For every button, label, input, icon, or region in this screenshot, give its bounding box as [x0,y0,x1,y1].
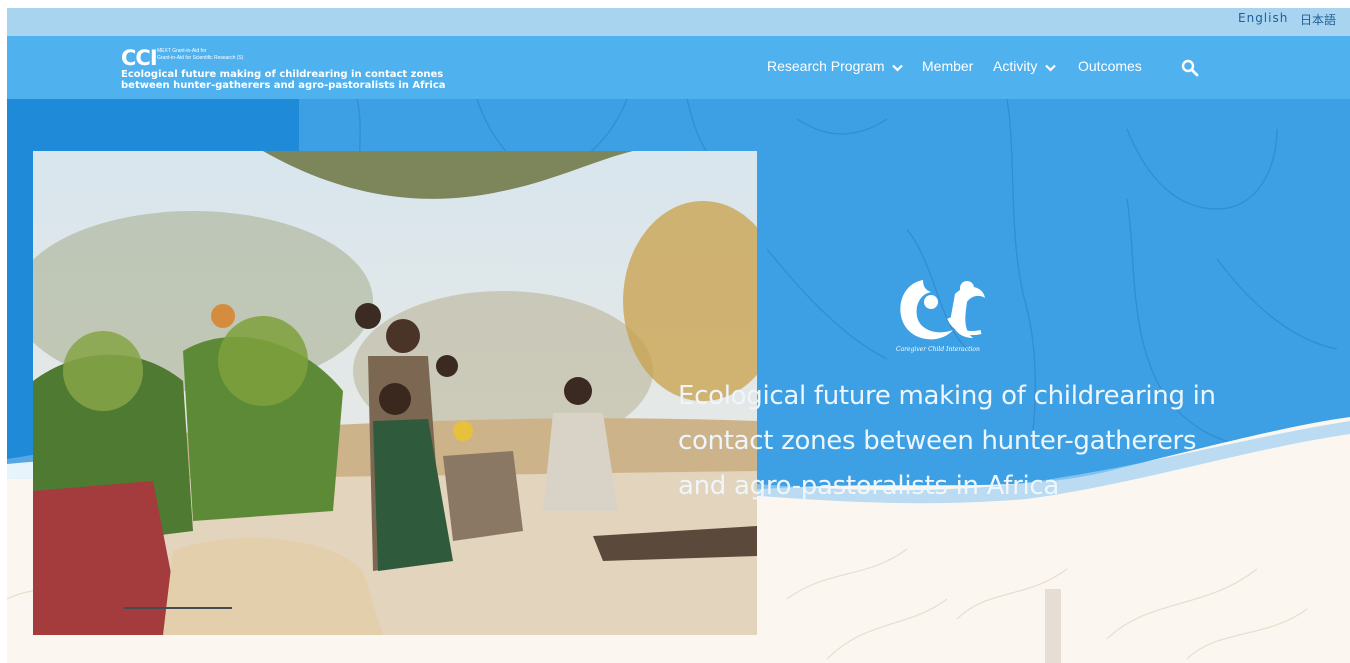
children-photo [33,151,757,635]
nav-research-program[interactable]: Research Program [767,58,904,75]
nav-outcomes[interactable]: Outcomes [1078,58,1142,74]
site-header: CCI MEXT Grant-in-Aid for Grant-in-Aid f… [7,36,1350,99]
logo-acronym: CCI [121,46,158,70]
hero-photo [33,151,757,635]
logo-grant-line-2: Grant-in-Aid for Scientific Research (S) [157,55,244,61]
logo-title: Ecological future making of childrearing… [121,69,446,91]
emblem-caption: Caregiver Child Interaction [896,346,980,353]
nav-activity[interactable]: Activity [993,58,1057,75]
slide-progress-bar [124,607,232,609]
logo-grant-line-1: MEXT Grant-in-Aid for [157,48,207,54]
cci-emblem: Caregiver Child Interaction [893,272,993,362]
nav-outcomes-label: Outcomes [1078,58,1142,74]
language-bar: English 日本語 [7,8,1350,36]
chevron-down-icon [892,59,904,75]
nav-member-label: Member [922,58,974,74]
language-english-link[interactable]: English [1238,11,1288,25]
chevron-down-icon [1045,59,1057,75]
language-japanese-link[interactable]: 日本語 [1300,11,1336,28]
nav-research-program-label: Research Program [767,58,885,74]
nav-member[interactable]: Member [922,58,973,74]
search-icon[interactable] [1181,59,1199,77]
hero-tagline: Ecological future making of childrearing… [678,381,1216,501]
nav-activity-label: Activity [993,58,1038,74]
